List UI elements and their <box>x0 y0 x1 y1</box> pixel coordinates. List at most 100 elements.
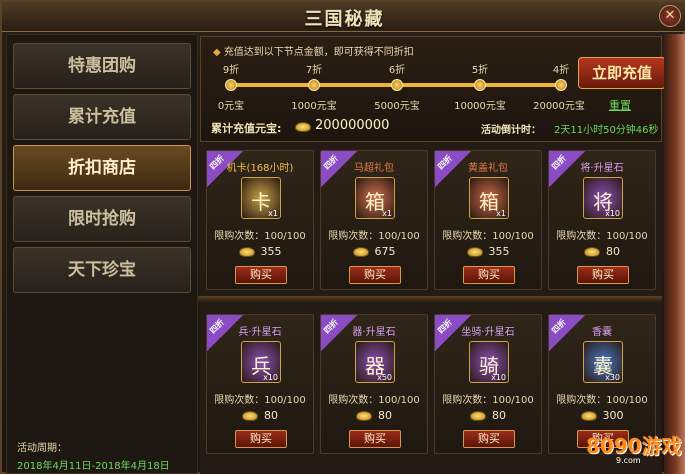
tier-amount: 20000元宝 <box>533 101 585 112</box>
purchase-limit: 限购次数：100/100 <box>442 231 534 242</box>
recharge-now-button[interactable]: 立即充值 <box>578 57 666 89</box>
tier-amount: 1000元宝 <box>291 101 337 112</box>
nav-item-flash-sale[interactable]: 限时抢购 <box>13 196 191 242</box>
item-icon[interactable]: 箱 x1 <box>469 177 509 219</box>
tier-node <box>474 79 486 91</box>
countdown-value: 2天11小时50分钟46秒 <box>554 125 659 136</box>
item-card: 四折 器·升星石 器 x50 限购次数：100/100 80 购买 <box>320 314 428 454</box>
item-quantity: x1 <box>268 209 278 218</box>
item-price: 80 <box>606 245 620 258</box>
buy-button[interactable]: 购买 <box>235 430 287 448</box>
ingot-icon <box>352 247 369 257</box>
purchase-limit: 限购次数：100/100 <box>556 231 648 242</box>
tier-node <box>555 79 567 91</box>
purchase-limit: 限购次数：100/100 <box>214 395 306 406</box>
period-value: 2018年4月11日-2018年4月18日 <box>17 461 170 472</box>
tier-amount: 5000元宝 <box>374 101 420 112</box>
sidebar: 特惠团购 累计充值 折扣商店 限时抢购 天下珍宝 活动周期： 2018年4月11… <box>6 34 198 474</box>
window-title: 三国秘藏 <box>304 9 385 30</box>
diamond-icon: ◆ <box>213 47 221 58</box>
item-card: 四折 机卡(168小时) 卡 x1 限购次数：100/100 355 购买 <box>206 150 314 290</box>
buy-button[interactable]: 购买 <box>235 266 287 284</box>
tier-discount: 5折 <box>471 65 489 76</box>
item-icon[interactable]: 囊 x30 <box>583 341 623 383</box>
period-label: 活动周期： <box>17 443 67 454</box>
reset-link[interactable]: 重置 <box>609 97 631 113</box>
tier-discount: 9折 <box>222 65 240 76</box>
item-price: 300 <box>602 409 624 422</box>
ingot-icon <box>470 411 486 421</box>
tier-amount: 10000元宝 <box>454 101 506 112</box>
tier-node <box>225 79 237 91</box>
ingot-icon <box>295 122 311 132</box>
tier-discount: 4折 <box>552 65 570 76</box>
item-price: 80 <box>492 409 506 422</box>
item-name: 器·升星石 <box>352 327 396 338</box>
purchase-limit: 限购次数：100/100 <box>556 395 648 406</box>
price-row: 80 <box>549 245 655 258</box>
purchase-limit: 限购次数：100/100 <box>214 231 306 242</box>
buy-button[interactable]: 购买 <box>463 266 515 284</box>
item-card: 四折 坐骑·升星石 骑 x10 限购次数：100/100 80 购买 <box>434 314 542 454</box>
ingot-icon <box>356 411 372 421</box>
ingot-icon <box>584 247 600 257</box>
title-bar: 三国秘藏 ✕ <box>2 2 685 32</box>
item-name: 将·升星石 <box>580 163 624 174</box>
ingot-icon <box>580 411 597 421</box>
watermark-logo: 8090游戏 <box>586 434 682 458</box>
nav-item-group-buy[interactable]: 特惠团购 <box>13 43 191 89</box>
watermark-sub: 9.com <box>616 456 641 465</box>
hint-text: 充值达到以下节点金额，即可获得不同折扣 <box>223 47 414 58</box>
item-quantity: x10 <box>263 373 278 382</box>
item-icon[interactable]: 器 x50 <box>355 341 395 383</box>
item-quantity: x1 <box>496 209 506 218</box>
buy-button[interactable]: 购买 <box>349 430 401 448</box>
item-name: 坐骑·升星石 <box>461 327 515 338</box>
nav-item-treasures[interactable]: 天下珍宝 <box>13 247 191 293</box>
buy-button[interactable]: 购买 <box>577 266 629 284</box>
item-price: 675 <box>374 245 396 258</box>
tier-amount: 0元宝 <box>217 101 245 112</box>
price-row: 80 <box>207 409 313 422</box>
ingot-icon <box>238 247 255 257</box>
item-card: 四折 兵·升星石 兵 x10 限购次数：100/100 80 购买 <box>206 314 314 454</box>
close-icon[interactable]: ✕ <box>659 5 681 27</box>
item-icon[interactable]: 卡 x1 <box>241 177 281 219</box>
cumulative-label: 累计充值元宝: <box>211 122 282 135</box>
tier-node <box>308 79 320 91</box>
shelf-divider <box>198 296 662 302</box>
price-row: 300 <box>549 409 655 422</box>
item-icon[interactable]: 将 x10 <box>583 177 623 219</box>
price-row: 355 <box>435 245 541 258</box>
nav-item-discount-shop[interactable]: 折扣商店 <box>13 145 191 191</box>
tier-discount: 7折 <box>305 65 323 76</box>
purchase-limit: 限购次数：100/100 <box>328 395 420 406</box>
item-icon[interactable]: 骑 x10 <box>469 341 509 383</box>
game-window: 三国秘藏 ✕ 特惠团购 累计充值 折扣商店 限时抢购 天下珍宝 活动周期： 20… <box>0 0 685 474</box>
purchase-limit: 限购次数：100/100 <box>328 231 420 242</box>
item-icon[interactable]: 箱 x1 <box>355 177 395 219</box>
item-name: 黄盖礼包 <box>468 163 508 174</box>
item-name: 机卡(168小时) <box>226 163 294 174</box>
ingot-icon <box>242 411 258 421</box>
item-icon[interactable]: 兵 x10 <box>241 341 281 383</box>
item-quantity: x10 <box>491 373 506 382</box>
price-row: 80 <box>435 409 541 422</box>
item-name: 香囊 <box>592 327 612 338</box>
buy-button[interactable]: 购买 <box>463 430 515 448</box>
item-name: 兵·升星石 <box>238 327 282 338</box>
purchase-limit: 限购次数：100/100 <box>442 395 534 406</box>
price-row: 675 <box>321 245 427 258</box>
item-price: 355 <box>488 245 510 258</box>
item-name: 马超礼包 <box>354 163 394 174</box>
price-row: 355 <box>207 245 313 258</box>
recharge-panel: ◆ 充值达到以下节点金额，即可获得不同折扣 9折 7折 6折 5折 4折 0元宝 … <box>200 36 666 142</box>
countdown-label: 活动倒计时： <box>481 125 541 136</box>
price-row: 80 <box>321 409 427 422</box>
buy-button[interactable]: 购买 <box>349 266 401 284</box>
item-quantity: x1 <box>382 209 392 218</box>
nav-item-cumulative-recharge[interactable]: 累计充值 <box>13 94 191 140</box>
item-quantity: x30 <box>605 373 620 382</box>
item-card: 四折 马超礼包 箱 x1 限购次数：100/100 675 购买 <box>320 150 428 290</box>
cumulative-value: 200000000 <box>315 118 390 133</box>
